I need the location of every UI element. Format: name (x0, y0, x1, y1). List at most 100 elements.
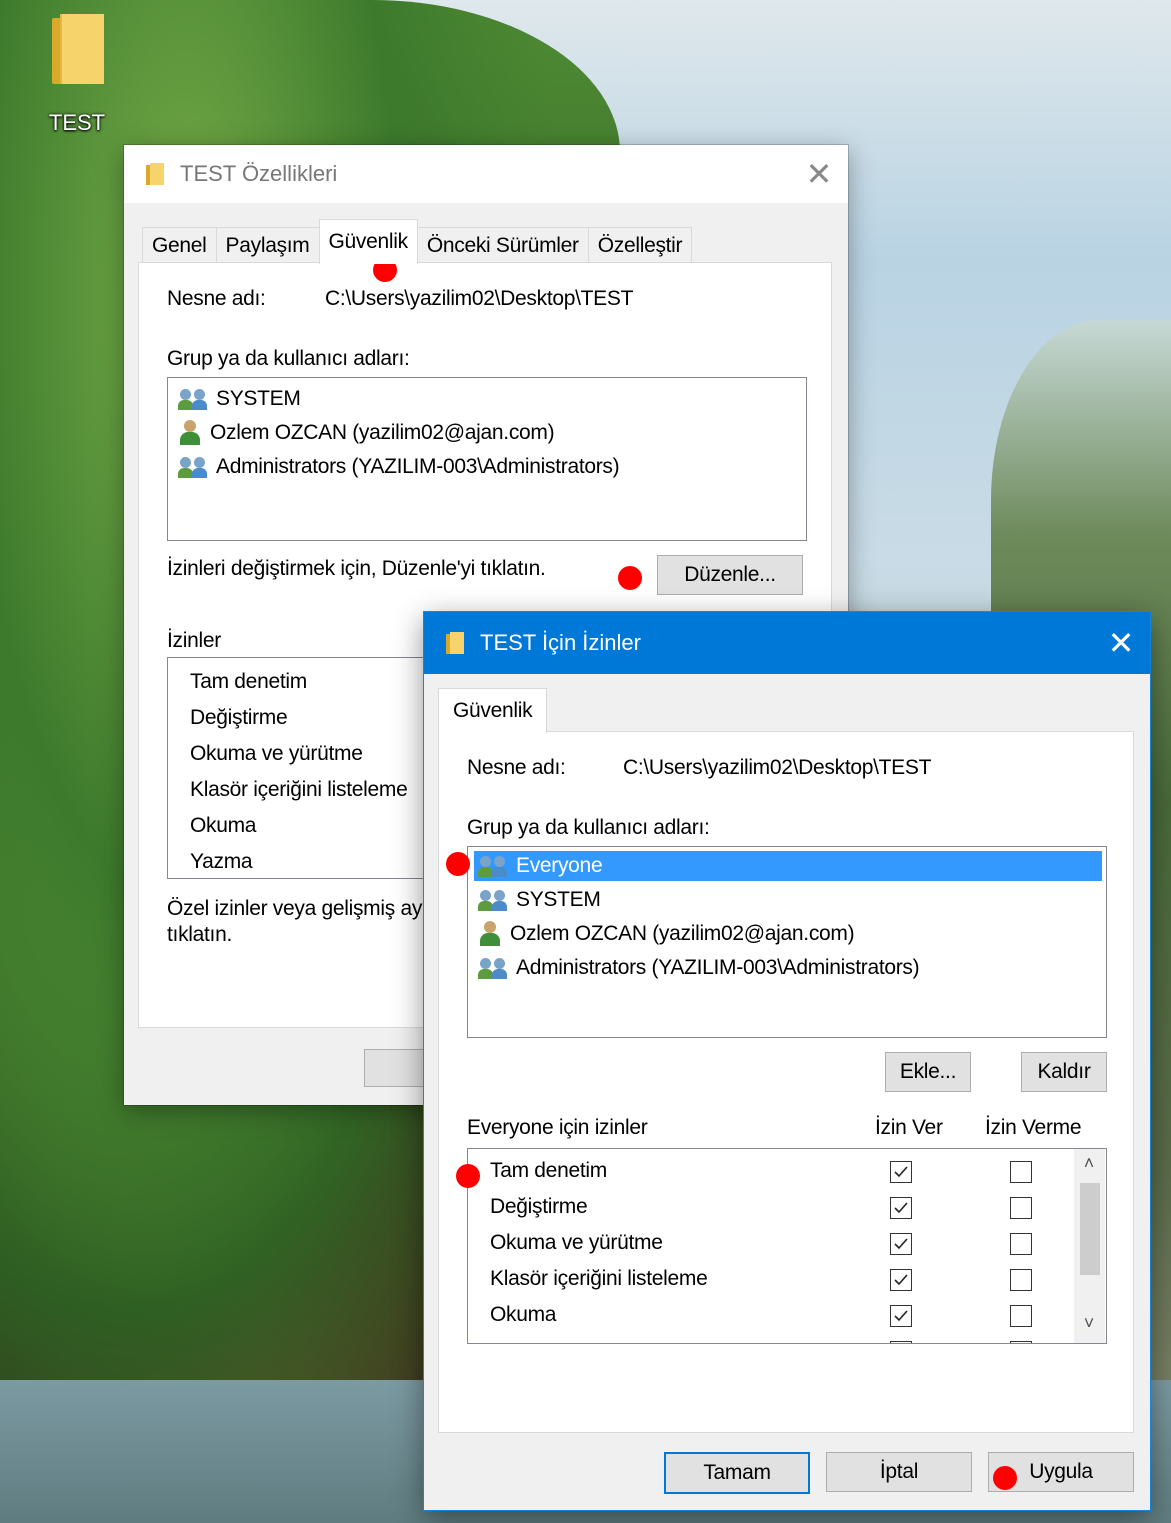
tab-ozellestir[interactable]: Özelleştir (587, 227, 693, 264)
group-name: Everyone (516, 854, 603, 877)
list-item[interactable]: Ozlem OZCAN (yazilim02@ajan.com) (478, 919, 855, 949)
permissions-tabs: Güvenlik (438, 688, 548, 733)
deny-checkbox[interactable] (1010, 1269, 1032, 1291)
groups-label: Grup ya da kullanıcı adları: (467, 816, 710, 839)
object-name-value: C:\Users\yazilim02\Desktop\TEST (325, 287, 634, 310)
folder-icon (446, 632, 464, 654)
permissions-grid: Tam denetim Değiştirme Okuma ve yürütme … (467, 1148, 1107, 1344)
permission-row: Okuma (468, 1299, 1068, 1335)
group-icon (178, 387, 210, 411)
window-title: TEST İçin İzinler (480, 630, 641, 655)
marker-apply-button (993, 1466, 1017, 1490)
group-icon (478, 888, 510, 912)
groups-listbox[interactable]: SYSTEM Ozlem OZCAN (yazilim02@ajan.com) … (167, 377, 807, 541)
permissions-label: İzinler (167, 629, 221, 652)
tab-guvenlik[interactable]: Güvenlik (318, 219, 418, 264)
close-icon[interactable]: ✕ (1092, 612, 1150, 674)
permission-item: Okuma (190, 814, 257, 837)
deny-checkbox[interactable] (1010, 1233, 1032, 1255)
group-name: SYSTEM (516, 888, 601, 911)
desktop-folder-test[interactable]: TEST (38, 14, 116, 136)
deny-checkbox[interactable] (1010, 1161, 1032, 1183)
user-icon (178, 420, 202, 446)
permission-row: Okuma ve yürütme (468, 1227, 1068, 1263)
groups-listbox[interactable]: Everyone SYSTEM Ozlem OZCAN (yazilim02@a… (467, 846, 1107, 1038)
tab-paylasim[interactable]: Paylaşım (215, 227, 320, 264)
perms-for-label: Everyone için izinler (467, 1116, 648, 1139)
allow-checkbox[interactable] (890, 1305, 912, 1327)
special-perms-hint: Özel izinler veya gelişmiş ay (167, 897, 423, 920)
list-item[interactable]: SYSTEM (478, 885, 601, 915)
permission-name: Okuma (490, 1303, 557, 1326)
permission-row-partial (468, 1335, 1068, 1343)
marker-everyone (446, 852, 470, 876)
permission-item: Tam denetim (190, 670, 307, 693)
add-button[interactable]: Ekle... (885, 1052, 971, 1092)
ok-button[interactable]: Tamam (664, 1452, 810, 1494)
cancel-button[interactable]: İptal (826, 1452, 972, 1492)
deny-column-header: İzin Verme (985, 1116, 1082, 1139)
chevron-up-icon[interactable]: ˄ (1074, 1153, 1104, 1174)
object-name-value: C:\Users\yazilim02\Desktop\TEST (623, 756, 932, 779)
scrollbar-thumb[interactable] (1080, 1183, 1100, 1275)
properties-tabs: Genel Paylaşım Güvenlik Önceki Sürümler … (142, 219, 693, 264)
deny-checkbox[interactable] (1010, 1305, 1032, 1327)
permissions-titlebar[interactable]: TEST İçin İzinler ✕ (424, 612, 1150, 674)
marker-edit-button (618, 566, 642, 590)
list-item[interactable]: Administrators (YAZILIM-003\Administrato… (178, 452, 620, 482)
permissions-panel: Nesne adı: C:\Users\yazilim02\Desktop\TE… (438, 731, 1134, 1433)
properties-titlebar[interactable]: TEST Özellikleri ✕ (124, 145, 848, 203)
desktop-icon-label: TEST (48, 110, 106, 135)
tab-guvenlik[interactable]: Güvenlik (438, 688, 548, 733)
permission-item: Okuma ve yürütme (190, 742, 363, 765)
list-item[interactable]: SYSTEM (178, 384, 301, 414)
group-name: Administrators (YAZILIM-003\Administrato… (516, 956, 920, 979)
permission-name: Okuma ve yürütme (490, 1231, 663, 1254)
chevron-down-icon[interactable]: ˅ (1074, 1313, 1104, 1334)
tab-onceki-surumler[interactable]: Önceki Sürümler (416, 227, 589, 264)
tab-genel[interactable]: Genel (142, 227, 217, 264)
group-icon (478, 854, 510, 878)
group-icon (478, 956, 510, 980)
permission-row: Tam denetim (468, 1155, 1068, 1191)
permissions-scrollbar[interactable]: ˄ ˅ (1074, 1149, 1105, 1343)
permissions-window: TEST İçin İzinler ✕ Güvenlik Nesne adı: … (424, 612, 1150, 1510)
deny-checkbox[interactable] (1010, 1341, 1032, 1343)
allow-checkbox[interactable] (890, 1197, 912, 1219)
group-name: Ozlem OZCAN (yazilim02@ajan.com) (210, 421, 555, 444)
folder-icon (146, 163, 164, 185)
allow-checkbox[interactable] (890, 1161, 912, 1183)
permission-name: Değiştirme (490, 1195, 588, 1218)
permission-name: Klasör içeriğini listeleme (490, 1267, 708, 1290)
marker-full-control (456, 1164, 480, 1188)
list-item[interactable]: Ozlem OZCAN (yazilim02@ajan.com) (178, 418, 555, 448)
group-name: Ozlem OZCAN (yazilim02@ajan.com) (510, 922, 855, 945)
permission-item: Yazma (190, 850, 253, 873)
list-item[interactable]: Administrators (YAZILIM-003\Administrato… (478, 953, 920, 983)
window-title: TEST Özellikleri (180, 161, 338, 186)
permission-row: Klasör içeriğini listeleme (468, 1263, 1068, 1299)
allow-column-header: İzin Ver (875, 1116, 943, 1139)
groups-label: Grup ya da kullanıcı adları: (167, 347, 410, 370)
allow-checkbox[interactable] (890, 1233, 912, 1255)
permission-row: Değiştirme (468, 1191, 1068, 1227)
list-item-selected[interactable]: Everyone (474, 851, 1102, 881)
group-name: Administrators (YAZILIM-003\Administrato… (216, 455, 620, 478)
allow-checkbox[interactable] (890, 1341, 912, 1343)
edit-button[interactable]: Düzenle... (657, 555, 803, 595)
remove-button[interactable]: Kaldır (1021, 1052, 1107, 1092)
close-icon[interactable]: ✕ (790, 145, 848, 203)
permission-name: Tam denetim (490, 1159, 607, 1182)
user-icon (478, 921, 502, 947)
permission-item: Değiştirme (190, 706, 288, 729)
group-icon (178, 455, 210, 479)
object-name-label: Nesne adı: (467, 756, 566, 779)
allow-checkbox[interactable] (890, 1269, 912, 1291)
permission-item: Klasör içeriğini listeleme (190, 778, 408, 801)
object-name-label: Nesne adı: (167, 287, 266, 310)
special-perms-hint-line2: tıklatın. (167, 923, 232, 946)
deny-checkbox[interactable] (1010, 1197, 1032, 1219)
edit-hint: İzinleri değiştirmek için, Düzenle'yi tı… (167, 557, 546, 580)
group-name: SYSTEM (216, 387, 301, 410)
folder-icon (52, 14, 104, 84)
